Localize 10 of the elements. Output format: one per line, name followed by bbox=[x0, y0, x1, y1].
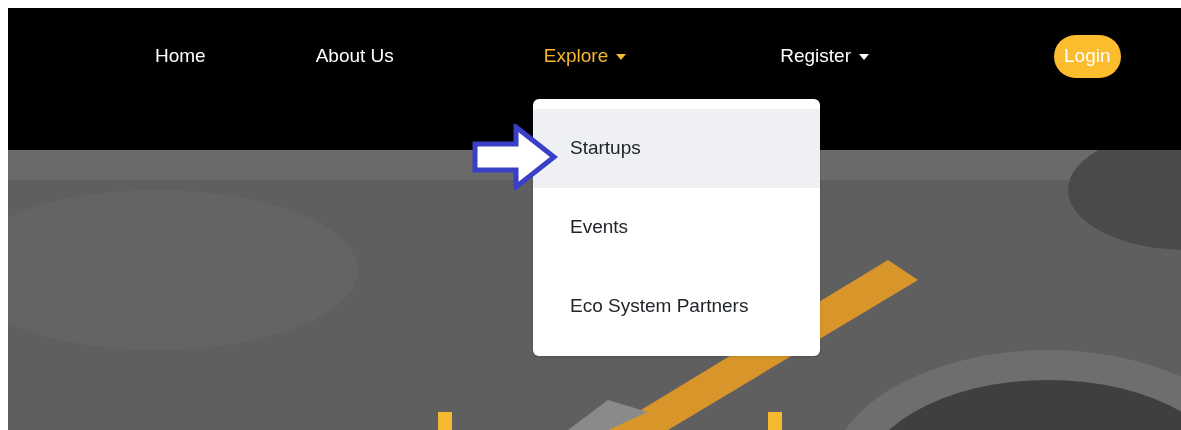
arrow-icon bbox=[472, 124, 558, 190]
dropdown-item[interactable]: Events bbox=[533, 188, 820, 267]
nav-link[interactable]: About Us bbox=[315, 42, 394, 71]
dropdown-item[interactable]: Startups bbox=[533, 109, 820, 188]
caret-icon bbox=[616, 53, 627, 60]
dropdown-item[interactable]: Eco System Partners bbox=[533, 267, 820, 346]
nav-dropdown-link[interactable]: Register bbox=[780, 42, 869, 71]
caret-icon bbox=[859, 53, 869, 60]
nav-dropdown-link[interactable]: Explore bbox=[543, 42, 627, 71]
nav-link[interactable]: Home bbox=[155, 42, 206, 71]
